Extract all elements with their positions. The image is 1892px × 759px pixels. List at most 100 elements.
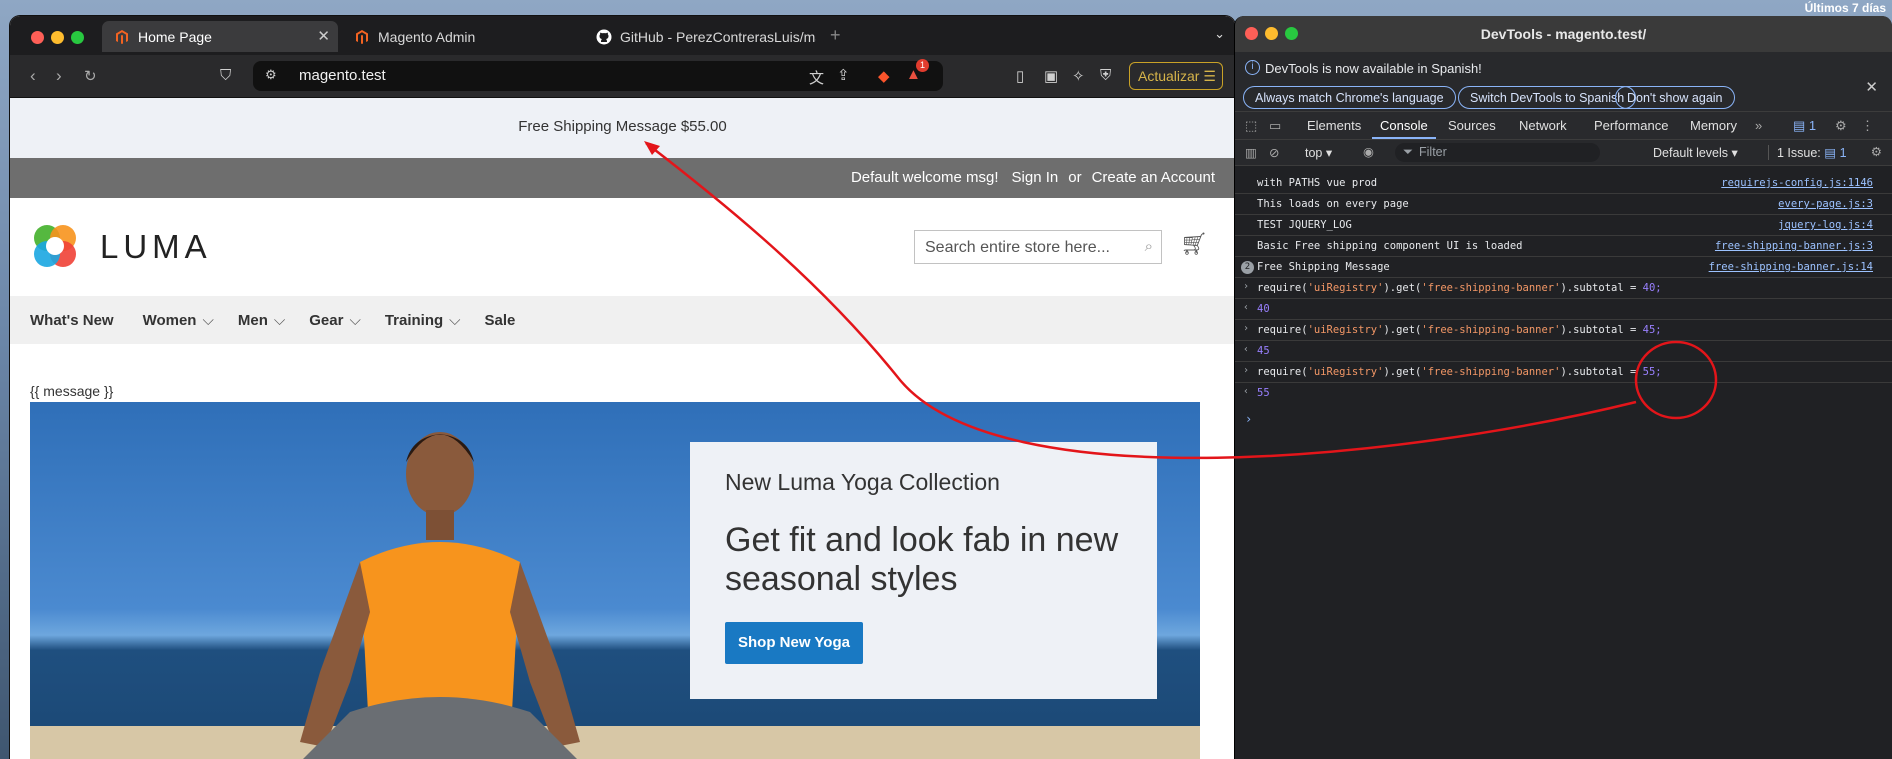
log-source-link[interactable]: jquery-log.js:4 (1778, 219, 1873, 231)
code-fragment: ).subtotal = (1560, 324, 1643, 336)
command-row[interactable]: › require('uiRegistry').get('free-shippin… (1235, 320, 1892, 341)
nav-training[interactable]: Training ⌵ (385, 312, 461, 329)
code-fragment: ).subtotal = (1560, 282, 1643, 294)
console-settings-gear-icon[interactable]: ⚙ (1871, 144, 1882, 159)
log-source-link[interactable]: free-shipping-banner.js:14 (1709, 261, 1873, 273)
nav-men[interactable]: Men ⌵ (238, 312, 285, 329)
log-levels-dropdown[interactable]: Default levels ▾ (1653, 145, 1738, 160)
sign-in-link[interactable]: Sign In (1012, 169, 1059, 186)
luma-logo-icon[interactable] (30, 221, 80, 271)
command-row[interactable]: › require('uiRegistry').get('free-shippin… (1235, 278, 1892, 299)
log-source-link[interactable]: requirejs-config.js:1146 (1721, 177, 1873, 189)
browser-toolbar: ‹ › ↻ ⛉ ⚙ magento.test 文 ⇪ ◆ ▲ 1 ▯ ▣ ✧ ⛨… (10, 55, 1235, 98)
code-fragment: ).subtotal = (1560, 366, 1643, 378)
welcome-message: Default welcome msg! (850, 169, 999, 186)
nav-sale[interactable]: Sale (485, 312, 516, 329)
device-toolbar-icon[interactable]: ▭ (1269, 118, 1281, 134)
site-settings-icon[interactable]: ⚙ (265, 67, 277, 83)
command-chevron-icon: › (1243, 281, 1250, 292)
web-page: Free Shipping Message $55.00 Default wel… (10, 98, 1235, 759)
log-source-link[interactable]: free-shipping-banner.js:3 (1715, 240, 1873, 252)
magento-icon (116, 30, 128, 44)
issues-counter[interactable]: 1 Issue: ▤ 1 (1768, 145, 1847, 160)
tab-bar: Home Page ✕ Magento Admin GitHub - Perez… (10, 16, 1235, 55)
maximize-window-button[interactable] (1285, 27, 1298, 40)
close-window-button[interactable] (1245, 27, 1258, 40)
hero-banner[interactable]: New Luma Yoga Collection Get fit and loo… (30, 402, 1200, 759)
minimize-window-button[interactable] (1265, 27, 1278, 40)
result-row: ‹ 55 (1235, 383, 1892, 404)
log-text: This loads on every page (1257, 198, 1409, 210)
tab-performance[interactable]: Performance (1594, 118, 1668, 133)
inspect-element-icon[interactable]: ⬚ (1245, 118, 1257, 134)
log-source-link[interactable]: every-page.js:3 (1778, 198, 1873, 210)
result-chevron-icon: ‹ (1243, 386, 1250, 397)
issues-tab-icon[interactable]: ▤ 1 (1793, 118, 1816, 134)
filter-input[interactable]: ⏷ Filter (1395, 143, 1600, 162)
code-value: 55; (1642, 366, 1662, 378)
search-input[interactable]: Search entire store here... ⌕ (914, 230, 1162, 264)
code-string: 'uiRegistry' (1307, 366, 1384, 378)
tab-memory[interactable]: Memory (1690, 118, 1737, 133)
command-row[interactable]: › require('uiRegistry').get('free-shippin… (1235, 362, 1892, 383)
log-row-repeated: 2 Free Shipping Message free-shipping-bann… (1235, 257, 1892, 278)
promo-box: New Luma Yoga Collection Get fit and loo… (690, 442, 1157, 699)
kebab-menu-icon[interactable]: ⋮ (1861, 118, 1874, 134)
settings-gear-icon[interactable]: ⚙ (1835, 118, 1847, 134)
reload-icon[interactable]: ↻ (84, 67, 97, 85)
back-icon[interactable]: ‹ (30, 66, 36, 86)
devtools-title: DevTools - magento.test/ (1480, 26, 1647, 42)
nav-women[interactable]: Women ⌵ (143, 312, 214, 329)
brave-shield-icon[interactable]: ◆ (878, 67, 890, 85)
more-tabs-icon[interactable]: » (1755, 118, 1762, 133)
close-window-button[interactable] (31, 31, 44, 44)
switch-to-spanish-button[interactable]: Switch DevTools to Spanish (1458, 86, 1637, 109)
magento-icon (356, 30, 368, 44)
shop-new-yoga-button[interactable]: Shop New Yoga (725, 622, 863, 664)
create-account-link[interactable]: Create an Account (1092, 169, 1215, 186)
dont-show-again-button[interactable]: Don't show again (1615, 86, 1735, 109)
new-tab-icon[interactable]: + (830, 25, 841, 46)
update-button[interactable]: Actualizar ☰ (1129, 62, 1223, 90)
share-icon[interactable]: ⇪ (837, 66, 850, 84)
log-row: Basic Free shipping component UI is load… (1235, 236, 1892, 257)
tab-sources[interactable]: Sources (1448, 118, 1496, 133)
tab-label: Magento Admin (378, 28, 476, 45)
tab-network[interactable]: Network (1519, 118, 1567, 133)
bookmark-icon[interactable]: ⛉ (220, 67, 231, 84)
message-template-text: {{ message }} (30, 383, 114, 399)
tab-console[interactable]: Console (1372, 118, 1436, 139)
tab-github[interactable]: GitHub - PerezContrerasLuis/mag (584, 21, 816, 52)
tab-home-page[interactable]: Home Page ✕ (102, 21, 338, 52)
logo-text[interactable]: LUMA (100, 228, 212, 266)
minimize-window-button[interactable] (51, 31, 64, 44)
translate-icon[interactable]: 文 (809, 67, 824, 88)
code-value: 45; (1642, 324, 1662, 336)
chevron-down-icon: ⌵ (202, 311, 214, 329)
search-icon[interactable]: ⌕ (1145, 238, 1153, 255)
live-expression-eye-icon[interactable]: ◉ (1363, 144, 1374, 159)
clear-console-icon[interactable]: ⊘ (1269, 145, 1279, 160)
leo-ai-icon[interactable]: ✧ (1072, 67, 1085, 85)
sidebar-icon[interactable]: ▯ (1016, 67, 1024, 85)
log-text: Basic Free shipping component UI is load… (1257, 240, 1523, 252)
sidebar-toggle-icon[interactable]: ▥ (1245, 145, 1257, 160)
tab-elements[interactable]: Elements (1307, 118, 1361, 133)
cart-icon[interactable]: 🛒︎ (1180, 231, 1208, 257)
wallet-icon[interactable]: ▣ (1044, 67, 1058, 85)
context-selector[interactable]: top ▾ (1305, 145, 1332, 160)
maximize-window-button[interactable] (71, 31, 84, 44)
forward-icon[interactable]: › (56, 66, 62, 86)
close-tab-icon[interactable]: ✕ (317, 27, 330, 45)
nav-label: Training (384, 311, 444, 329)
tab-list-chevron-icon[interactable]: ⌄ (1214, 26, 1225, 42)
tab-magento-admin[interactable]: Magento Admin (342, 21, 572, 52)
nav-whats-new[interactable]: What's New (30, 312, 114, 329)
close-icon[interactable]: ✕ (1865, 78, 1878, 96)
console-prompt-icon[interactable]: › (1245, 412, 1252, 426)
nav-gear[interactable]: Gear ⌵ (309, 312, 361, 329)
address-bar[interactable]: ⚙ magento.test 文 ⇪ (253, 61, 943, 91)
match-language-button[interactable]: Always match Chrome's language (1243, 86, 1456, 109)
devtools-title-bar: DevTools - magento.test/ (1235, 16, 1892, 52)
vpn-icon[interactable]: ⛨ (1100, 67, 1111, 84)
